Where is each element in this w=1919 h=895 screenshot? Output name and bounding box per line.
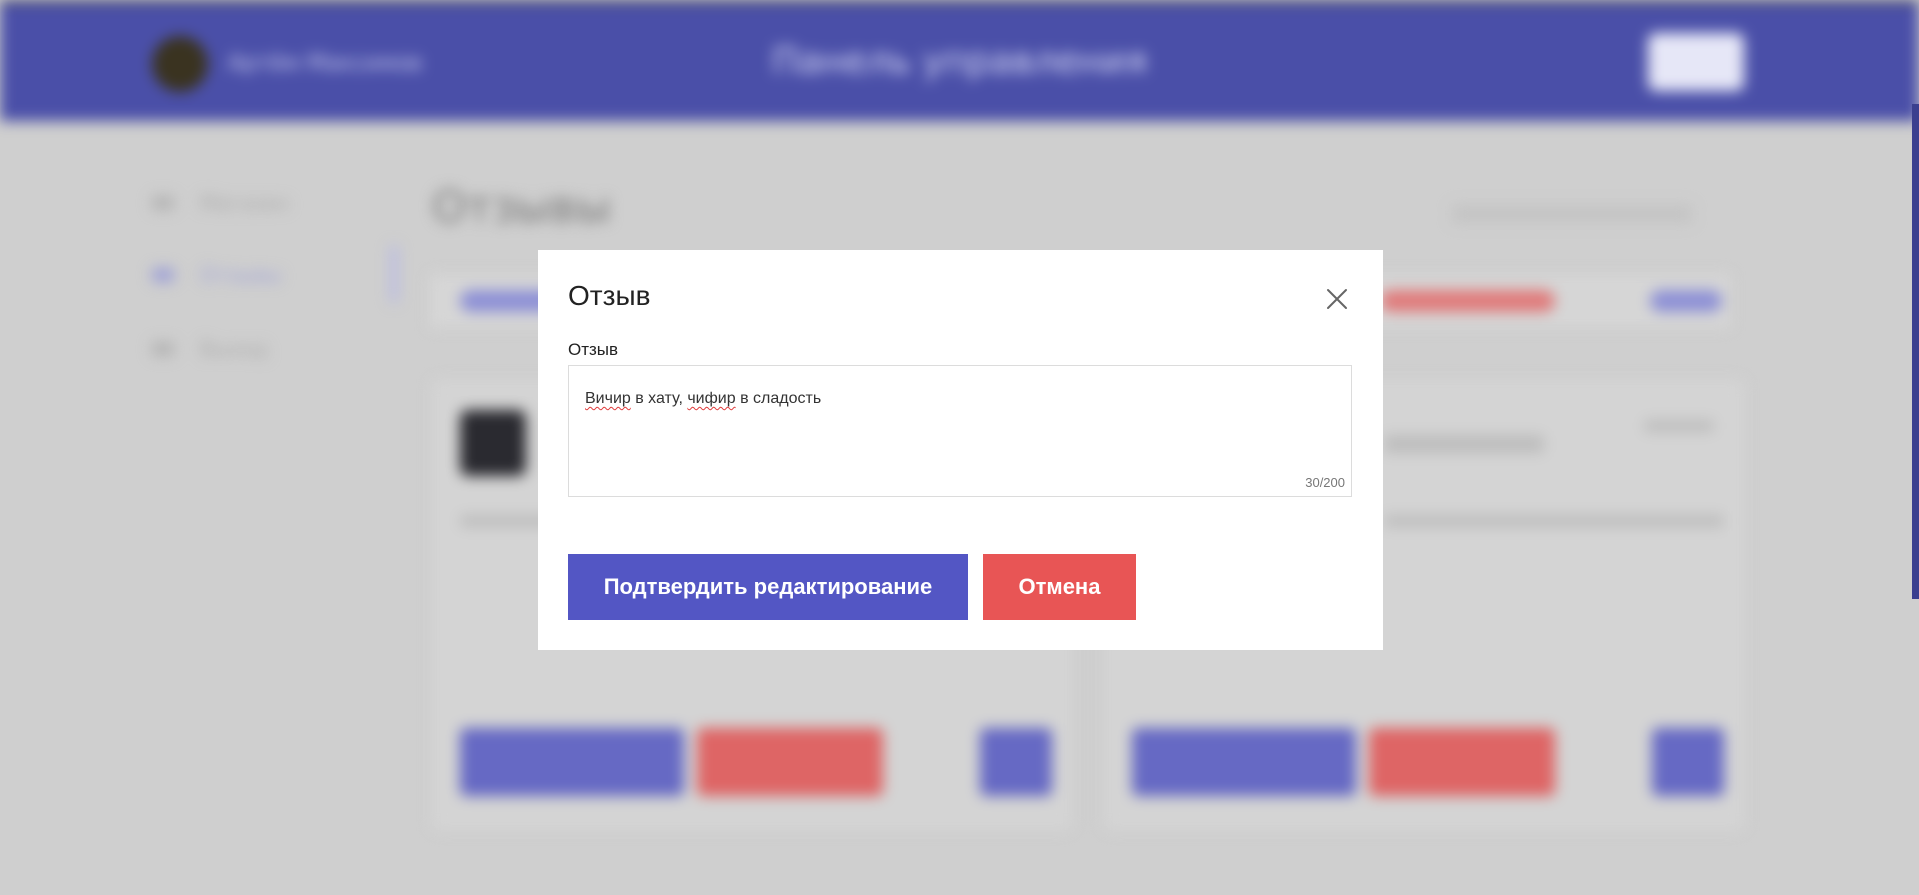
card-delete-button [1369, 728, 1555, 796]
card-date-line [1644, 420, 1714, 432]
cancel-button[interactable]: Отмена [983, 554, 1136, 620]
review-field-label: Отзыв [568, 340, 619, 359]
sidebar-item-shop: Магазин [152, 188, 322, 218]
sidebar-item-reviews: Отзывы [152, 260, 322, 290]
misspelled-word: чифир [687, 390, 736, 407]
header-bar: Артём Максимов Панель управления [0, 3, 1919, 121]
sidebar-item-label: Магазин [200, 191, 289, 215]
page-scrollbar[interactable] [1912, 104, 1919, 599]
modal-title: Отзыв [568, 280, 651, 311]
review-text-part: в сладость [735, 390, 822, 407]
sidebar-active-indicator [390, 245, 398, 303]
card-title-line [1384, 435, 1544, 453]
reviews-icon [152, 268, 174, 282]
content-subtitle [1452, 205, 1692, 223]
close-icon [1324, 286, 1350, 312]
card-thumbnail [460, 410, 526, 476]
sidebar-item-logout: Выход [152, 334, 322, 364]
card-extra-button [980, 728, 1052, 796]
header-title: Панель управления [771, 41, 1148, 82]
header-logo [1648, 33, 1744, 91]
edit-review-modal: Отзыв Отзыв Вичир в хату, чифир в сладос… [538, 250, 1383, 650]
app-window: Артём Максимов Панель управления Магазин… [0, 0, 1919, 895]
character-counter: 30/200 [1305, 475, 1345, 490]
card-extra-button [1652, 728, 1724, 796]
content-title: Отзывы [432, 182, 612, 233]
logout-icon [152, 342, 174, 356]
card-text-line [1384, 515, 1724, 527]
close-button[interactable] [1324, 286, 1350, 312]
misspelled-word: Вичир [585, 390, 631, 407]
sidebar-item-label: Отзывы [200, 263, 282, 287]
filter-pill [1380, 290, 1555, 312]
card-delete-button [697, 728, 883, 796]
shop-icon [152, 196, 174, 210]
review-textarea[interactable]: Вичир в хату, чифир в сладость 30/200 [568, 365, 1352, 497]
filter-pill [1650, 290, 1722, 312]
review-text-part: в хату, [630, 390, 688, 407]
card-edit-button [1132, 728, 1356, 796]
sidebar-item-label: Выход [200, 337, 268, 361]
card-edit-button [460, 728, 684, 796]
review-text: Вичир в хату, чифир в сладость [585, 390, 821, 408]
confirm-edit-button[interactable]: Подтвердить редактирование [568, 554, 968, 620]
